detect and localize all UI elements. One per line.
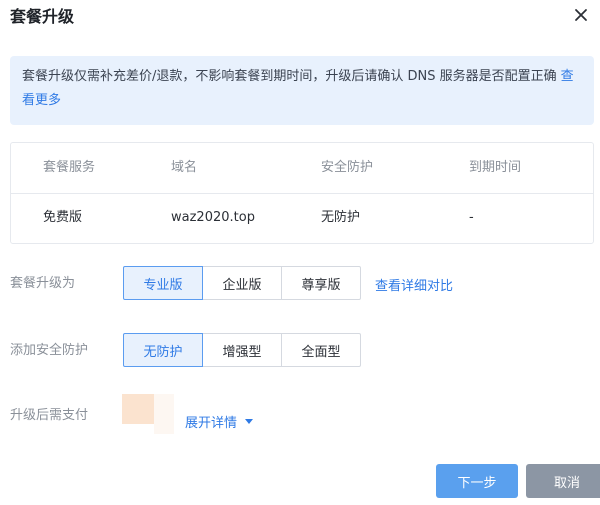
header-plan-service: 套餐服务	[43, 160, 96, 175]
dialog-title: 套餐升级	[10, 7, 75, 26]
protection-selector: 无防护 增强型 全面型	[123, 333, 361, 367]
plan-selector: 专业版 企业版 尊享版	[123, 266, 361, 300]
caret-down-icon	[245, 419, 254, 424]
header-expiry: 到期时间	[469, 160, 522, 175]
price-placeholder	[122, 394, 154, 424]
next-button[interactable]: 下一步	[436, 464, 518, 498]
protection-option-none[interactable]: 无防护	[123, 333, 203, 367]
plan-option-enterprise[interactable]: 企业版	[202, 266, 282, 300]
payment-label: 升级后需支付	[10, 408, 89, 423]
upgrade-label: 套餐升级为	[10, 276, 76, 291]
header-security: 安全防护	[321, 160, 374, 175]
info-notice: 套餐升级仅需补充差价/退款，不影响套餐到期时间，升级后请确认 DNS 服务器是否…	[10, 56, 594, 125]
expand-details-label: 展开详情	[185, 416, 238, 431]
header-domain: 域名	[171, 160, 198, 175]
cell-plan-service: 免费版	[43, 210, 83, 225]
cell-security: 无防护	[321, 210, 361, 225]
cancel-button[interactable]: 取消	[526, 464, 600, 498]
cell-expiry: -	[469, 210, 474, 225]
plan-option-pro[interactable]: 专业版	[123, 266, 203, 300]
table-row: 免费版 waz2020.top 无防护 -	[11, 193, 593, 243]
plan-option-premium[interactable]: 尊享版	[281, 266, 361, 300]
close-icon[interactable]	[572, 6, 590, 24]
table-header: 套餐服务 域名 安全防护 到期时间	[11, 143, 593, 194]
expand-details-link[interactable]: 展开详情	[185, 412, 254, 431]
compare-link[interactable]: 查看详细对比	[375, 275, 453, 294]
price-placeholder-fade	[154, 394, 174, 434]
current-plan-table: 套餐服务 域名 安全防护 到期时间 免费版 waz2020.top 无防护 -	[10, 142, 594, 244]
upgrade-dialog: 套餐升级 套餐升级仅需补充差价/退款，不影响套餐到期时间，升级后请确认 DNS …	[0, 0, 600, 505]
cell-domain: waz2020.top	[171, 210, 255, 225]
notice-text: 套餐升级仅需补充差价/退款，不影响套餐到期时间，升级后请确认 DNS 服务器是否…	[22, 69, 557, 84]
protection-label: 添加安全防护	[10, 343, 89, 358]
protection-option-full[interactable]: 全面型	[281, 333, 361, 367]
protection-option-enhanced[interactable]: 增强型	[202, 333, 282, 367]
